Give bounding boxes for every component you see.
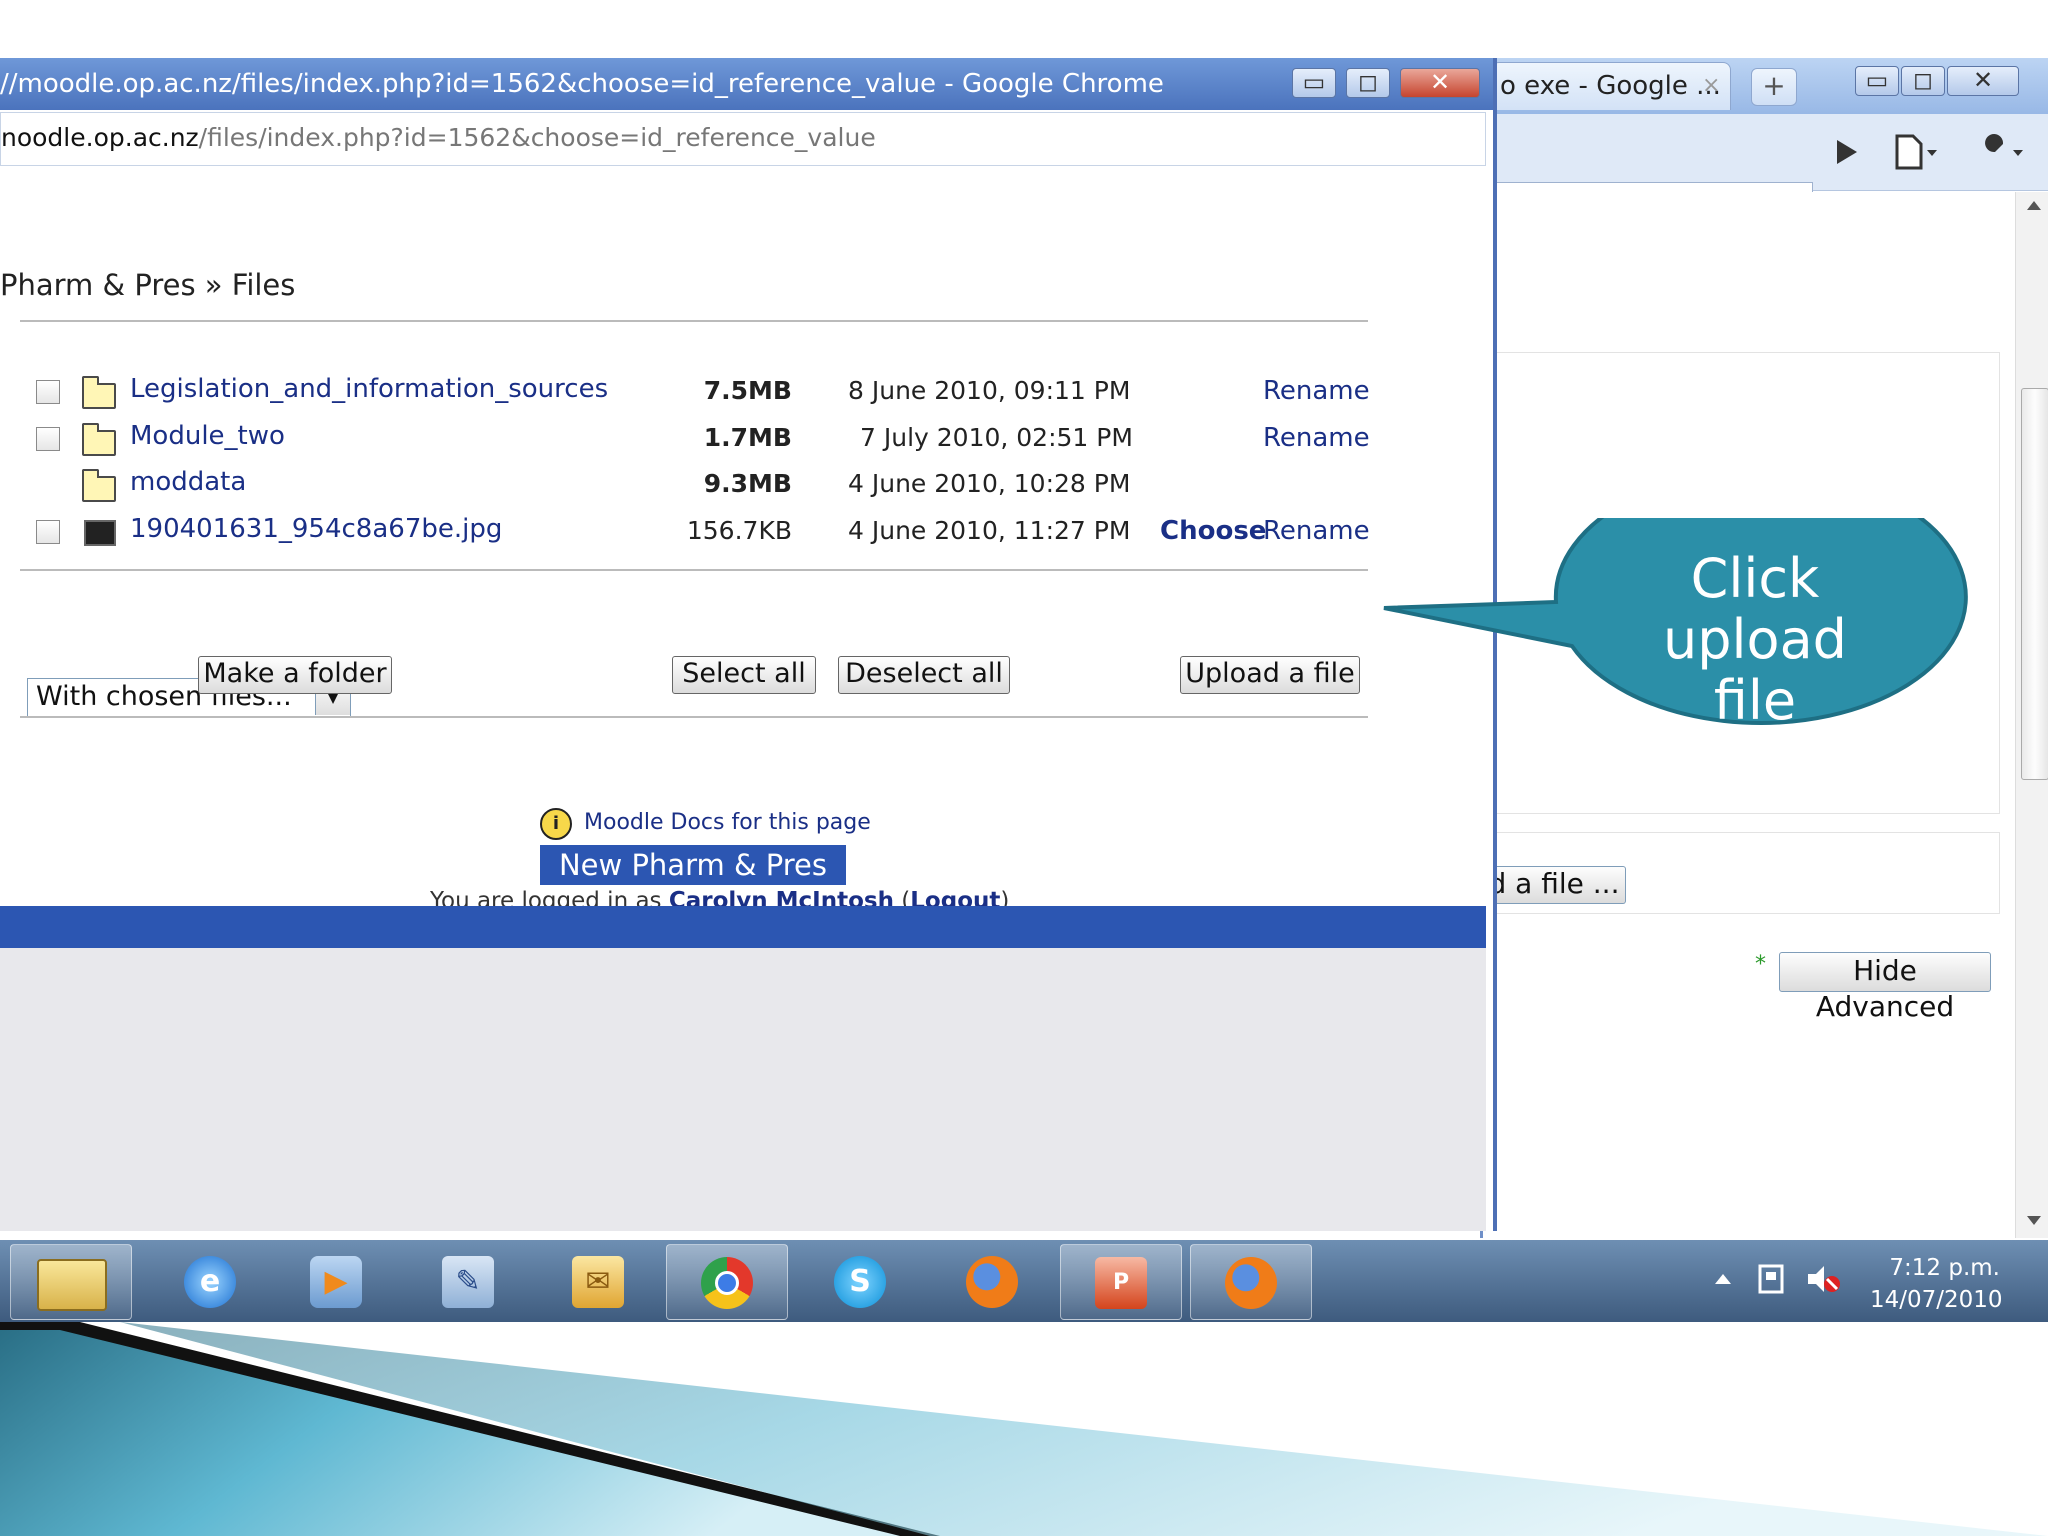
- background-scroll-thumb[interactable]: [2021, 388, 2048, 780]
- footer-bar: [0, 906, 1486, 948]
- file-picker-popup: //moodle.op.ac.nz/files/index.php?id=156…: [0, 58, 1497, 1231]
- course-home-link[interactable]: New Pharm & Pres: [540, 845, 846, 885]
- windows-taskbar: e ▶ ✎ ✉ S P: [0, 1240, 2048, 1322]
- background-toolbar: tion=4&return=0: [1483, 114, 2048, 238]
- file-date: 7 July 2010, 02:51 PM: [860, 423, 1133, 452]
- file-row: Module_two 1.7MB 7 July 2010, 02:51 PM R…: [0, 415, 1380, 461]
- background-upload-button[interactable]: d a file ...: [1483, 866, 1626, 904]
- minimize-button[interactable]: ▭: [1292, 68, 1336, 98]
- bg-minimize-button[interactable]: ▭: [1855, 66, 1899, 96]
- firefox-icon: [1225, 1257, 1277, 1309]
- choose-link[interactable]: Choose: [1160, 516, 1266, 546]
- file-name-link[interactable]: 190401631_954c8a67be.jpg: [130, 514, 502, 544]
- bg-close-button[interactable]: ✕: [1947, 66, 2019, 96]
- taskbar-internet-explorer[interactable]: e: [150, 1244, 270, 1318]
- internet-explorer-icon: e: [184, 1256, 236, 1308]
- folder-icon: [82, 423, 116, 456]
- file-size: 156.7KB: [686, 516, 792, 545]
- taskbar-paint[interactable]: ✎: [408, 1244, 528, 1318]
- taskbar-explorer[interactable]: [10, 1244, 132, 1320]
- popup-title: //moodle.op.ac.nz/files/index.php?id=156…: [0, 69, 1164, 99]
- file-date: 8 June 2010, 09:11 PM: [848, 376, 1131, 405]
- folder-icon: [82, 376, 116, 409]
- new-tab-button[interactable]: +: [1751, 68, 1797, 106]
- callout-line-1: Click: [1690, 547, 1820, 610]
- powerpoint-icon: P: [1095, 1257, 1147, 1309]
- tab-close-icon[interactable]: ×: [1702, 63, 1720, 109]
- google-chrome-icon: [701, 1257, 753, 1309]
- file-size: 1.7MB: [703, 423, 792, 452]
- file-name-link[interactable]: Legislation_and_information_sources: [130, 374, 608, 404]
- info-icon: i: [540, 808, 572, 840]
- media-player-icon: ▶: [310, 1256, 362, 1308]
- skype-icon: S: [834, 1256, 886, 1308]
- file-name-link[interactable]: moddata: [130, 467, 246, 497]
- taskbar-outlook[interactable]: ✉: [538, 1244, 658, 1318]
- slide-decoration: [0, 1322, 2048, 1536]
- clock-date: 14/07/2010: [1870, 1287, 2003, 1313]
- outlook-icon: ✉: [572, 1256, 624, 1308]
- file-checkbox[interactable]: [36, 427, 60, 451]
- rename-link[interactable]: Rename: [1263, 376, 1370, 406]
- file-size: 7.5MB: [703, 376, 792, 405]
- file-row: moddata 9.3MB 4 June 2010, 10:28 PM: [0, 461, 1380, 507]
- play-icon[interactable]: [1831, 136, 1861, 168]
- required-asterisk: *: [1755, 952, 1766, 977]
- show-hidden-icons-icon[interactable]: [1712, 1270, 1734, 1288]
- file-date: 4 June 2010, 10:28 PM: [848, 469, 1131, 498]
- system-clock[interactable]: 7:12 p.m. 14/07/2010: [1870, 1252, 2003, 1316]
- firefox-icon: [966, 1256, 1018, 1308]
- close-button[interactable]: ✕: [1400, 68, 1480, 98]
- file-checkbox[interactable]: [36, 520, 60, 544]
- callout-text: Click upload file: [1630, 548, 1880, 731]
- rename-link[interactable]: Rename: [1263, 423, 1370, 453]
- bg-maximize-button[interactable]: ◻: [1901, 66, 1945, 96]
- page-content: Pharm & Pres » Files Legislation_and_inf…: [0, 138, 1486, 914]
- divider: [20, 320, 1368, 322]
- hide-advanced-button[interactable]: Hide Advanced: [1779, 952, 1991, 1023]
- scroll-down-icon[interactable]: [2024, 1212, 2044, 1228]
- taskbar-skype[interactable]: S: [800, 1244, 920, 1318]
- callout-line-2: upload: [1663, 608, 1847, 671]
- clock-time: 7:12 p.m.: [1889, 1255, 2000, 1281]
- divider: [20, 716, 1368, 718]
- rename-link[interactable]: Rename: [1263, 516, 1370, 546]
- taskbar-firefox-2[interactable]: [1190, 1244, 1312, 1320]
- divider: [20, 569, 1368, 571]
- volume-muted-icon[interactable]: [1806, 1262, 1842, 1296]
- file-row: Legislation_and_information_sources 7.5M…: [0, 368, 1380, 414]
- wrench-icon[interactable]: [1973, 132, 2029, 172]
- file-row: 190401631_954c8a67be.jpg 156.7KB 4 June …: [0, 508, 1380, 554]
- scroll-up-icon[interactable]: [2024, 198, 2044, 214]
- page-menu-icon[interactable]: [1891, 132, 1941, 172]
- moodle-docs-link[interactable]: Moodle Docs for this page: [584, 810, 871, 835]
- taskbar-firefox[interactable]: [932, 1244, 1052, 1318]
- folder-icon: [37, 1259, 107, 1311]
- popup-titlebar: //moodle.op.ac.nz/files/index.php?id=156…: [0, 58, 1493, 110]
- deselect-all-button[interactable]: Deselect all: [838, 656, 1010, 694]
- background-titlebar: o exe - Google ... × + ▭ ◻ ✕: [1483, 58, 2048, 114]
- taskbar-media-player[interactable]: ▶: [276, 1244, 396, 1318]
- file-size: 9.3MB: [703, 469, 792, 498]
- background-tab-title: o exe - Google ...: [1500, 71, 1721, 101]
- background-tab[interactable]: o exe - Google ... ×: [1491, 62, 1731, 110]
- paint-tool-icon: ✎: [442, 1256, 494, 1308]
- network-icon[interactable]: [1756, 1262, 1786, 1296]
- callout-line-3: file: [1713, 669, 1797, 732]
- file-date: 4 June 2010, 11:27 PM: [848, 516, 1131, 545]
- make-folder-button[interactable]: Make a folder: [198, 656, 392, 694]
- file-name-link[interactable]: Module_two: [130, 421, 285, 451]
- taskbar-chrome[interactable]: [666, 1244, 788, 1320]
- taskbar-powerpoint[interactable]: P: [1060, 1244, 1182, 1320]
- image-file-icon: [84, 520, 116, 546]
- file-checkbox[interactable]: [36, 380, 60, 404]
- select-all-button[interactable]: Select all: [672, 656, 816, 694]
- folder-icon: [82, 469, 116, 502]
- empty-area: [0, 948, 1486, 1231]
- maximize-button[interactable]: ◻: [1346, 68, 1390, 98]
- upload-file-button[interactable]: Upload a file: [1180, 656, 1360, 694]
- breadcrumb[interactable]: Pharm & Pres » Files: [0, 268, 295, 302]
